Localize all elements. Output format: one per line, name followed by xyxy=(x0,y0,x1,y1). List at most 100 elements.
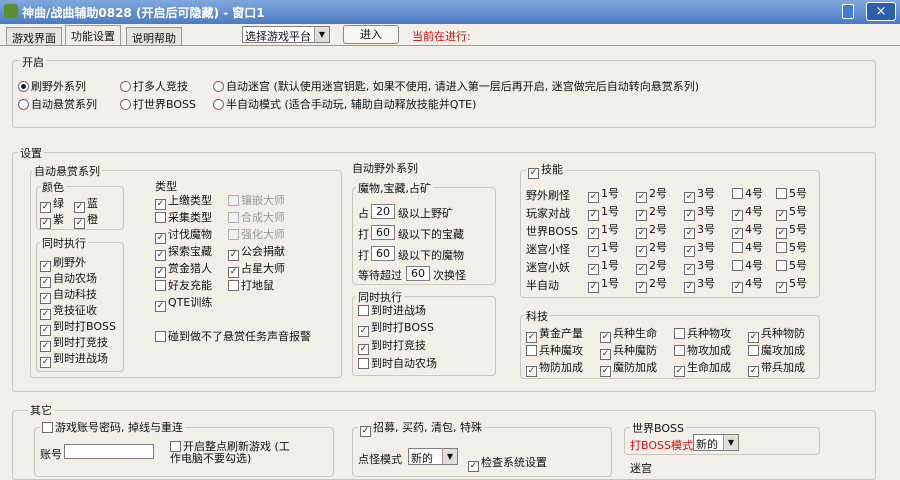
checkbox-concurrent-arena-collect[interactable]: ✓ 竞技征收 xyxy=(40,304,97,320)
checkbox-skill-slot[interactable]: ✓ 5号 xyxy=(776,205,807,221)
skill-row-name: 世界BOSS xyxy=(526,225,578,238)
title-bar: 神曲/战曲辅助0828 (开启后可隐藏) - 窗口1 × xyxy=(0,0,900,24)
treasure-level-input[interactable]: 60 xyxy=(371,225,395,240)
checkbox-skill-slot[interactable]: 5号 xyxy=(776,241,807,255)
checkbox-orange[interactable]: ✓ 橙 xyxy=(74,213,98,229)
checkbox-skill-slot[interactable]: ✓ 1号 xyxy=(588,223,619,239)
checkbox-concurrent-wild[interactable]: ✓ 刷野外 xyxy=(40,256,86,272)
checkbox-green[interactable]: ✓ 绿 xyxy=(40,197,64,213)
tab-settings[interactable]: 功能设置 xyxy=(65,25,121,46)
checkbox-skill-slot[interactable]: 4号 xyxy=(732,259,763,273)
help-icon[interactable] xyxy=(842,4,854,19)
checkbox-concurrent-farm[interactable]: ✓ 自动农场 xyxy=(40,272,97,288)
checkbox-reconnect[interactable]: 游戏账号密码, 掉线与重连 xyxy=(40,421,185,435)
checkbox-skill-slot[interactable]: ✓ 3号 xyxy=(684,223,715,239)
checkbox-skill-slot[interactable]: ✓ 3号 xyxy=(684,187,715,203)
checkbox-tech[interactable]: ✓ 兵种物防 xyxy=(748,327,805,343)
checkbox-type-qte[interactable]: ✓ QTE训练 xyxy=(155,296,212,312)
account-input[interactable] xyxy=(64,444,154,459)
checkbox-tech[interactable]: ✓ 兵种魔防 xyxy=(600,344,657,360)
monster-level-input[interactable]: 60 xyxy=(371,246,395,261)
wait-count-input[interactable]: 60 xyxy=(406,266,430,281)
radio-maze[interactable]: 自动迷宫 (默认使用迷宫钥匙, 如果不使用, 请进入第一层后再开启, 迷宫做完后… xyxy=(213,80,699,94)
checkbox-skill-slot[interactable]: ✓ 4号 xyxy=(732,223,763,239)
checkbox-recruit[interactable]: ✓ 招募, 买药, 清包, 特殊 xyxy=(358,421,484,437)
checkbox-skill-slot[interactable]: ✓ 5号 xyxy=(776,223,807,239)
checkbox-tech[interactable]: 物攻加成 xyxy=(674,344,731,358)
checkbox-label: 公会捐献 xyxy=(241,245,285,258)
checkbox-alert[interactable]: 碰到做不了悬赏任务声音报警 xyxy=(155,331,315,357)
checkbox-skill-slot[interactable]: 5号 xyxy=(776,187,807,201)
checkbox-skill-slot[interactable]: 4号 xyxy=(732,187,763,201)
checkbox-skill-slot[interactable]: ✓ 3号 xyxy=(684,259,715,275)
radio-arena[interactable]: 打多人竞技 xyxy=(120,80,188,94)
checkbox-concurrent-arena[interactable]: ✓ 到时打竞技 xyxy=(40,336,108,352)
checkbox-tech[interactable]: 兵种物攻 xyxy=(674,327,731,341)
close-button[interactable]: × xyxy=(866,2,896,21)
checkbox-type-bounty-hunter[interactable]: ✓ 赏金猎人 xyxy=(155,262,212,278)
checkbox-skill-slot[interactable]: ✓ 1号 xyxy=(588,241,619,257)
checkbox-type-whack[interactable]: 打地鼠 xyxy=(228,279,274,293)
checkbox-wild-battlefield[interactable]: 到时进战场 xyxy=(358,304,426,318)
checkbox-skill-slot[interactable]: ✓ 5号 xyxy=(776,277,807,293)
checkbox-tech[interactable]: 兵种魔攻 xyxy=(526,344,583,358)
checkbox-type-astrology[interactable]: ✓ 占星大师 xyxy=(228,262,285,278)
enter-button[interactable]: 进入 xyxy=(343,25,399,44)
checkbox-skill-slot[interactable]: ✓ 1号 xyxy=(588,205,619,221)
tab-help[interactable]: 说明帮助 xyxy=(126,27,182,46)
wild-row-post: 级以下的宝藏 xyxy=(398,228,464,241)
checkbox-skill-slot[interactable]: ✓ 2号 xyxy=(636,277,667,293)
checkbox-type-submit[interactable]: ✓ 上缴类型 xyxy=(155,194,212,210)
radio-semi-auto[interactable]: 半自动模式 (适合手动玩, 辅助自动释放技能并QTE) xyxy=(213,98,476,112)
checkbox-purple[interactable]: ✓ 紫 xyxy=(40,213,64,229)
checkbox-type-gather[interactable]: 采集类型 xyxy=(155,211,212,225)
checkbox-skill-slot[interactable]: ✓ 1号 xyxy=(588,259,619,275)
checkbox-type-compose[interactable]: 合成大师 xyxy=(228,211,285,225)
platform-select[interactable]: 选择游戏平台 ▼ xyxy=(242,26,330,43)
checkbox-tech[interactable]: ✓ 魔防加成 xyxy=(600,361,657,377)
checkbox-type-treasure[interactable]: ✓ 探索宝藏 xyxy=(155,245,212,261)
checkbox-skill-slot[interactable]: ✓ 3号 xyxy=(684,205,715,221)
checkbox-tech[interactable]: ✓ 黄金产量 xyxy=(526,327,583,343)
checkbox-check-system[interactable]: ✓ 检查系统设置 xyxy=(468,456,547,472)
checkbox-tech[interactable]: ✓ 物防加成 xyxy=(526,361,583,377)
checkbox-type-guild[interactable]: ✓ 公会捐献 xyxy=(228,245,285,261)
checkbox-skill-slot[interactable]: ✓ 1号 xyxy=(588,277,619,293)
checkbox-refresh[interactable]: 开启整点刷新游戏 (工作电脑不要勾选) xyxy=(170,441,300,467)
checkbox-skill-slot[interactable]: ✓ 2号 xyxy=(636,187,667,203)
checkbox-skill-slot[interactable]: 4号 xyxy=(732,241,763,255)
checkbox-concurrent-battlefield[interactable]: ✓ 到时进战场 xyxy=(40,352,108,368)
checkbox-wild-arena[interactable]: ✓ 到时打竞技 xyxy=(358,339,426,355)
checkbox-tech[interactable]: ✓ 生命加成 xyxy=(674,361,731,377)
checkbox-type-friend[interactable]: 好友充能 xyxy=(155,279,212,293)
checkbox-wild-boss[interactable]: ✓ 到时打BOSS xyxy=(358,321,434,337)
checkbox-skill-slot[interactable]: 5号 xyxy=(776,259,807,273)
checkbox-type-enhance[interactable]: 强化大师 xyxy=(228,228,285,242)
checkbox-type-inlay[interactable]: 镶嵌大师 xyxy=(228,194,285,208)
checkbox-concurrent-tech[interactable]: ✓ 自动科技 xyxy=(40,288,97,304)
checkbox-tech[interactable]: 魔攻加成 xyxy=(748,344,805,358)
boss-mode-select[interactable]: 新的 ▼ xyxy=(693,434,739,451)
checkbox-skill-slot[interactable]: ✓ 1号 xyxy=(588,187,619,203)
checkbox-skills[interactable]: ✓ 技能 xyxy=(526,163,565,179)
radio-bounty[interactable]: 自动悬赏系列 xyxy=(18,98,97,112)
checkbox-wild-farm[interactable]: 到时自动农场 xyxy=(358,357,437,371)
checkbox-skill-slot[interactable]: ✓ 2号 xyxy=(636,241,667,257)
checkbox-skill-slot[interactable]: ✓ 3号 xyxy=(684,277,715,293)
checkbox-skill-slot[interactable]: ✓ 2号 xyxy=(636,205,667,221)
point-mode-select[interactable]: 新的 ▼ xyxy=(408,448,458,465)
checkbox-blue[interactable]: ✓ 蓝 xyxy=(74,197,98,213)
checkbox-skill-slot[interactable]: ✓ 3号 xyxy=(684,241,715,257)
checkbox-skill-slot[interactable]: ✓ 2号 xyxy=(636,223,667,239)
checkbox-type-hunt[interactable]: ✓ 讨伐魔物 xyxy=(155,228,212,244)
checkbox-tech[interactable]: ✓ 带兵加成 xyxy=(748,361,805,377)
checkbox-skill-slot[interactable]: ✓ 4号 xyxy=(732,205,763,221)
checkbox-skill-slot[interactable]: ✓ 2号 xyxy=(636,259,667,275)
checkbox-skill-slot[interactable]: ✓ 4号 xyxy=(732,277,763,293)
mine-level-input[interactable]: 20 xyxy=(371,204,395,219)
radio-world-boss[interactable]: 打世界BOSS xyxy=(120,98,196,112)
tab-game-ui[interactable]: 游戏界面 xyxy=(6,27,62,46)
checkbox-concurrent-boss[interactable]: ✓ 到时打BOSS xyxy=(40,320,116,336)
radio-wild[interactable]: 刷野外系列 xyxy=(18,80,86,94)
checkbox-tech[interactable]: ✓ 兵种生命 xyxy=(600,327,657,343)
